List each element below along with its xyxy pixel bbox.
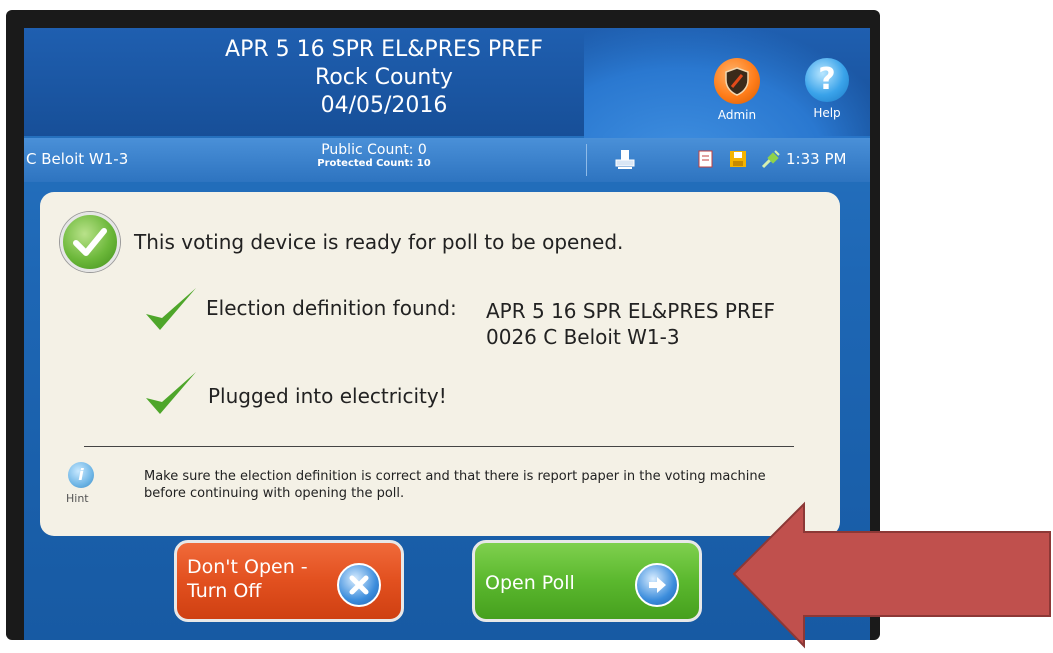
admin-label: Admin	[717, 108, 757, 122]
election-title: APR 5 16 SPR EL&PRES PREF Rock County 04…	[174, 36, 594, 120]
count-display: Public Count: 0 Protected Count: 10	[304, 142, 444, 169]
election-name: APR 5 16 SPR EL&PRES PREF	[225, 37, 543, 62]
election-check-icon	[146, 288, 196, 330]
admin-button[interactable]: Admin	[710, 58, 764, 128]
printer-icon	[615, 150, 635, 169]
open-poll-button[interactable]: Open Poll	[472, 540, 702, 622]
status-icons	[614, 148, 782, 170]
election-definition-line2: 0026 C Beloit W1-3	[486, 325, 680, 349]
report-icon	[698, 150, 713, 168]
ready-check-icon	[60, 212, 120, 272]
clock: 1:33 PM	[786, 150, 847, 168]
status-divider	[586, 144, 587, 176]
hint-text: Make sure the election definition is cor…	[144, 469, 766, 501]
status-panel: This voting device is ready for poll to …	[40, 192, 840, 536]
close-x-icon	[337, 563, 381, 607]
public-count: Public Count: 0	[321, 142, 427, 158]
dont-open-turn-off-button[interactable]: Don't Open - Turn Off	[174, 540, 404, 622]
power-message: Plugged into electricity!	[208, 384, 447, 408]
open-poll-label: Open Poll	[485, 572, 575, 594]
dont-open-line2: Turn Off	[187, 580, 262, 602]
ready-message: This voting device is ready for poll to …	[134, 230, 624, 254]
header-bar: APR 5 16 SPR EL&PRES PREF Rock County 04…	[24, 28, 870, 158]
save-icon	[730, 151, 746, 167]
precinct-name: C Beloit W1-3	[26, 150, 129, 168]
protected-count: Protected Count: 10	[317, 158, 431, 169]
panel-divider	[84, 446, 794, 447]
power-check-icon	[146, 372, 196, 414]
plug-icon	[761, 150, 780, 169]
annotation-arrow	[732, 501, 1051, 649]
help-question-icon: ?	[805, 58, 849, 102]
dont-open-label: Don't Open - Turn Off	[187, 555, 308, 603]
county-name: Rock County	[315, 65, 453, 90]
election-definition-label: Election definition found:	[206, 296, 457, 320]
admin-shield-icon	[714, 58, 760, 104]
election-date: 04/05/2016	[320, 93, 448, 118]
dont-open-line1: Don't Open -	[187, 556, 308, 578]
help-label: Help	[813, 106, 841, 120]
election-definition-value: APR 5 16 SPR EL&PRES PREF 0026 C Beloit …	[486, 298, 775, 350]
hint-info-icon: i	[68, 462, 94, 488]
arrow-right-icon	[635, 563, 679, 607]
status-bar: C Beloit W1-3 Public Count: 0 Protected …	[24, 138, 870, 182]
help-button[interactable]: ? Help	[800, 58, 854, 128]
election-definition-line1: APR 5 16 SPR EL&PRES PREF	[486, 299, 776, 323]
hint-label: Hint	[66, 492, 89, 505]
